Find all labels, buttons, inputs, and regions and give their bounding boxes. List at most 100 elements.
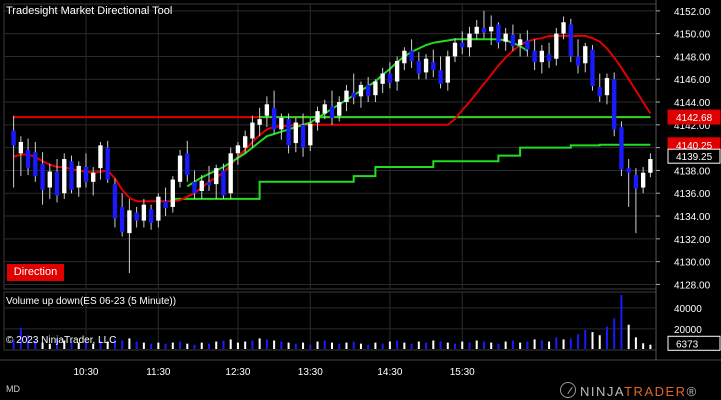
candle-down <box>185 153 190 175</box>
candle-down <box>633 175 639 189</box>
price-tick-label: 4128.00 <box>674 280 711 291</box>
volume-bar <box>265 339 268 349</box>
volume-bar <box>417 341 420 349</box>
volume-bar <box>381 343 384 349</box>
volume-last-tag-label: 6373 <box>676 339 699 350</box>
candle-down <box>119 206 125 232</box>
volume-bar <box>620 295 623 349</box>
volume-bar <box>490 342 493 349</box>
candle-up <box>604 78 610 96</box>
volume-tick-label: 40000 <box>674 304 702 315</box>
volume-bar <box>121 340 124 349</box>
volume-bar <box>526 341 529 349</box>
volume-bar <box>475 340 478 349</box>
candle-down <box>590 49 595 87</box>
price-tick-label: 4152.00 <box>674 7 711 18</box>
candle-down <box>83 167 89 182</box>
candle-up <box>489 26 494 32</box>
candle-down <box>568 24 573 57</box>
copyright-text: © 2023 NinjaTrader, LLC <box>6 335 117 346</box>
volume-bar <box>207 343 210 349</box>
candle-up <box>337 102 342 116</box>
candle-down <box>33 152 38 177</box>
candle-down <box>11 130 16 146</box>
candle-down <box>496 24 501 43</box>
volume-bar <box>367 344 370 349</box>
candle-up <box>423 58 429 73</box>
volume-bar <box>171 342 174 349</box>
candle-down <box>525 40 530 50</box>
candle-up <box>452 42 458 57</box>
volume-bar <box>331 342 333 349</box>
volume-bar <box>388 341 391 349</box>
volume-bar <box>598 335 601 349</box>
candle-down <box>546 54 552 61</box>
candle-up <box>583 46 588 64</box>
corner-label: MD <box>6 384 20 394</box>
volume-bar <box>193 344 196 349</box>
candle-up <box>242 136 248 148</box>
candle-up <box>141 204 147 221</box>
direction-button[interactable]: Direction <box>7 264 64 281</box>
volume-bar <box>251 340 254 349</box>
price-tick-label: 4150.00 <box>674 30 711 41</box>
candle-down <box>105 147 110 180</box>
volume-bar <box>338 343 341 349</box>
candle-up <box>264 104 270 116</box>
time-tick-label: 10:30 <box>73 367 98 378</box>
candle-up <box>91 172 96 182</box>
volume-bar <box>244 341 247 349</box>
volume-bar <box>584 329 587 349</box>
volume-bar <box>562 339 565 349</box>
candle-down <box>163 201 168 209</box>
volume-bar <box>425 342 428 349</box>
candle-down <box>510 34 516 47</box>
candle-up <box>177 155 183 182</box>
volume-bar <box>577 334 580 349</box>
volume-bar <box>446 342 449 349</box>
volume-bar <box>454 343 457 349</box>
chart-title: Tradesight Market Directional Tool <box>6 5 173 17</box>
volume-bar <box>504 341 507 349</box>
candle-up <box>62 159 67 194</box>
candle-up <box>315 111 320 123</box>
volume-bar <box>179 341 182 349</box>
candle-up <box>474 26 479 34</box>
candle-up <box>467 33 472 48</box>
candle-up <box>257 119 262 125</box>
candle-down <box>329 106 335 118</box>
volume-bar <box>309 344 312 349</box>
candle-up <box>250 122 255 139</box>
candle-up <box>640 172 646 188</box>
price-tick-label: 4130.00 <box>674 258 711 269</box>
volume-bar <box>374 342 377 349</box>
candle-up <box>170 179 175 207</box>
candle-down <box>148 209 154 223</box>
volume-bar <box>359 343 362 349</box>
volume-panel-title: Volume up down(ES 06-23 (5 Minute)) <box>6 296 177 307</box>
candle-up <box>648 159 653 173</box>
candle-down <box>626 168 631 173</box>
volume-bar <box>258 338 261 349</box>
candle-down <box>221 170 226 196</box>
ninjatrader-logo: NINJATRADER® <box>560 382 698 399</box>
price-tag-label: 4139.25 <box>676 152 713 163</box>
candle-down <box>481 27 487 33</box>
volume-bar <box>287 342 290 349</box>
volume-bar <box>273 340 276 349</box>
candle-down <box>597 87 602 97</box>
candle-down <box>438 70 443 84</box>
volume-bar <box>468 342 471 349</box>
volume-bar <box>280 341 283 349</box>
candle-up <box>228 153 233 194</box>
candle-down <box>134 212 139 221</box>
candle-up <box>214 168 219 185</box>
candle-up <box>98 145 103 169</box>
volume-bar <box>157 342 160 349</box>
candle-up <box>394 61 400 82</box>
time-tick-label: 13:30 <box>298 367 323 378</box>
volume-bar <box>294 343 297 349</box>
candle-up <box>47 171 52 188</box>
volume-bar <box>135 341 138 349</box>
candle-up <box>561 22 566 34</box>
